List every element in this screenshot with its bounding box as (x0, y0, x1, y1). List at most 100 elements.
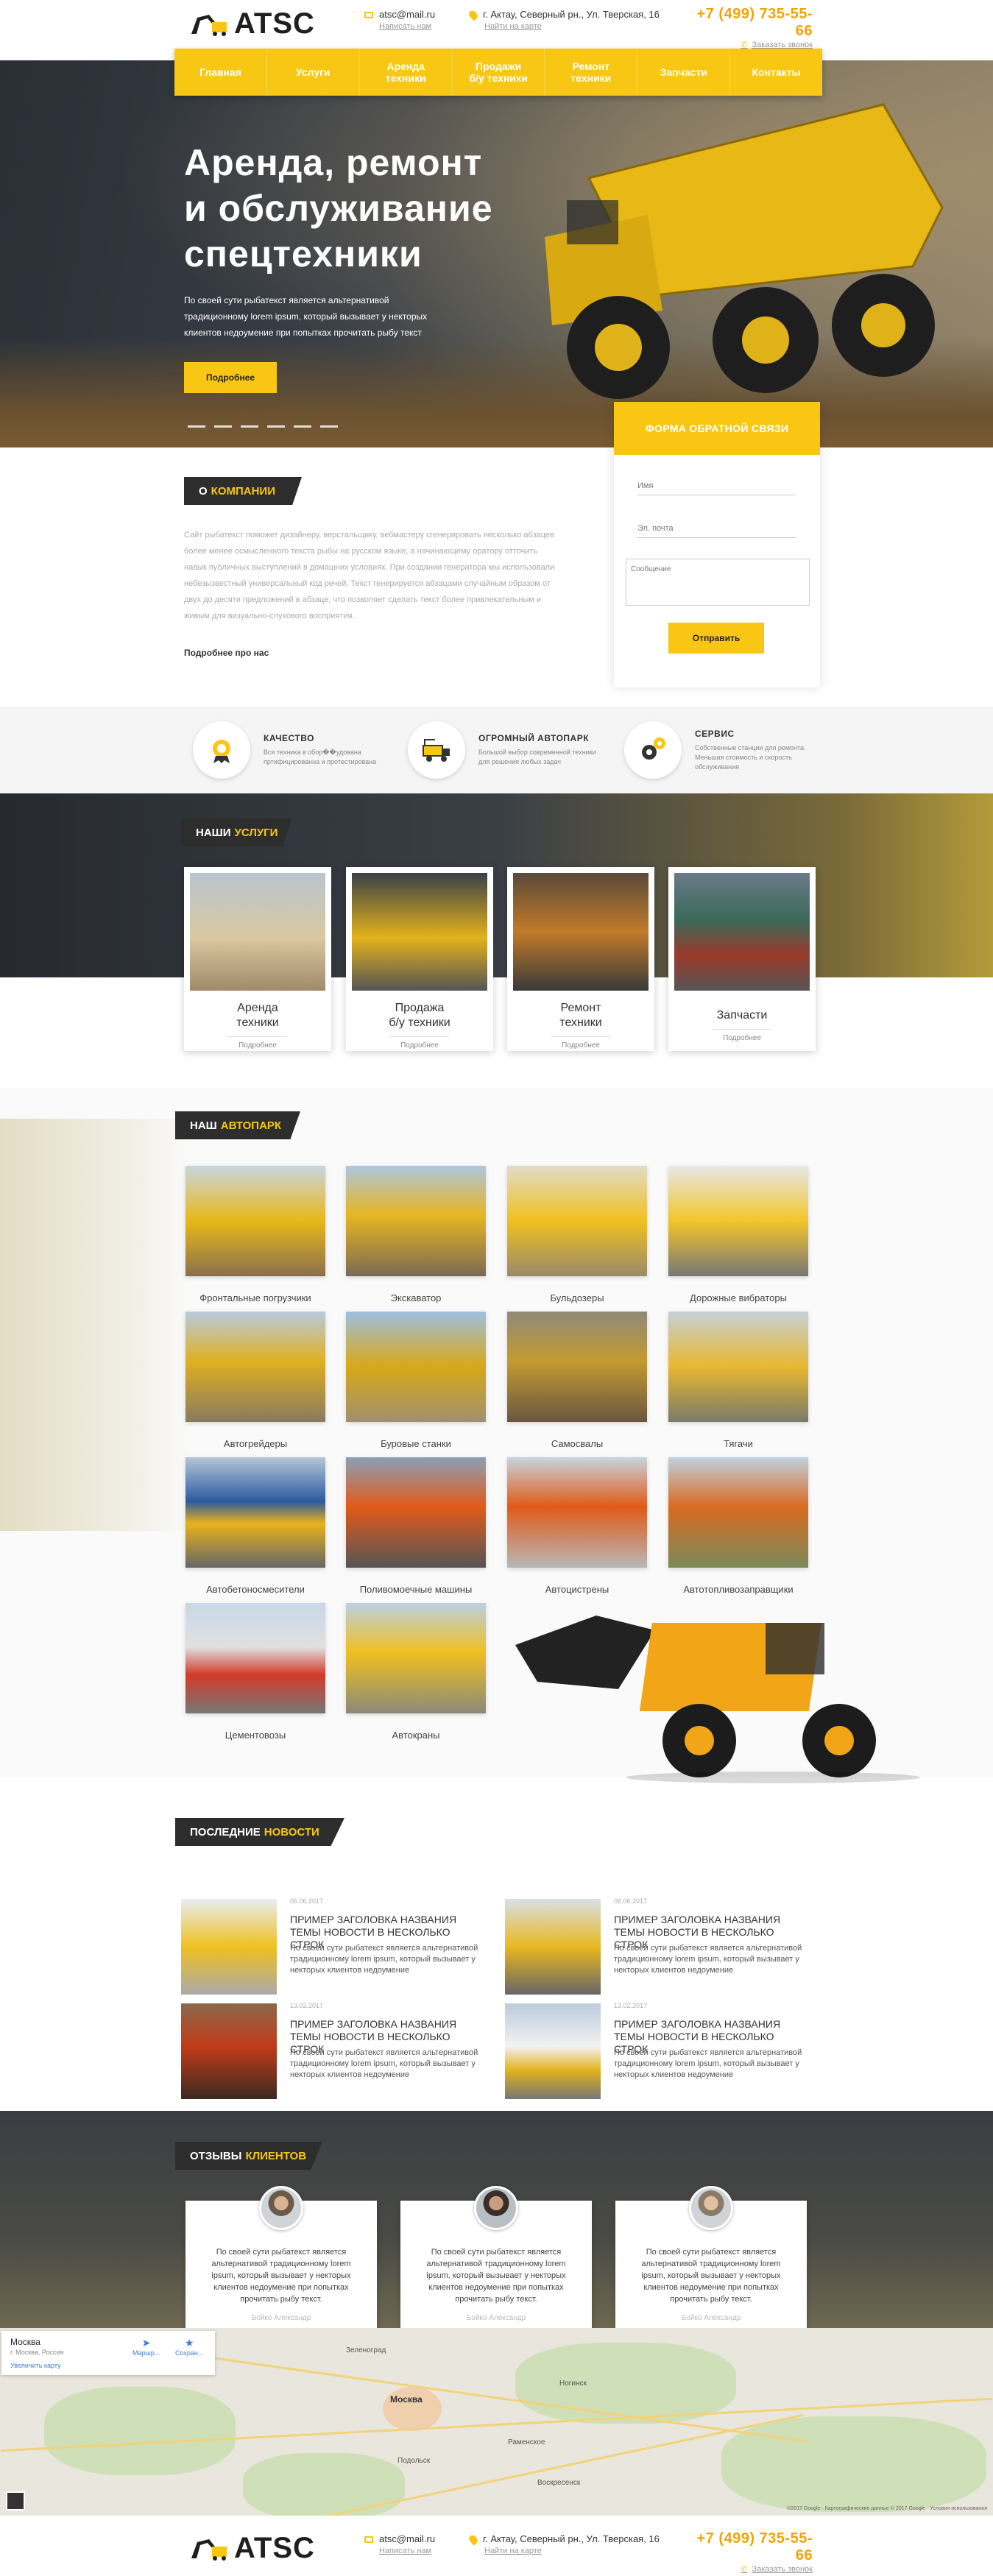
excavator-logo-icon (191, 2538, 227, 2561)
park-tile[interactable]: Автокраны (346, 1603, 486, 1741)
route-button[interactable]: ➤ Маршр... (132, 2337, 160, 2357)
park-tile[interactable]: Поливомоечные машины (346, 1457, 486, 1595)
service-photo (674, 873, 810, 991)
name-field[interactable]: Имя (637, 481, 796, 495)
park-tile[interactable]: Фронтальные погрузчики (185, 1166, 325, 1303)
find-on-map-link[interactable]: Найти на карте (484, 2547, 660, 2555)
service-photo (190, 873, 325, 991)
services-background (0, 793, 993, 977)
slider-dot[interactable] (241, 425, 258, 428)
feature-fleet: ОГРОМНЫЙ АВТОПАРК Большой выбор современн… (408, 721, 604, 779)
nav-item-repair[interactable]: Ремонт техники (545, 49, 638, 96)
map-place-label: Ногинск (559, 2379, 587, 2388)
footer-address-block: г. Актау, Северный рн., Ул. Тверская, 16… (467, 2532, 660, 2555)
footer-logo[interactable]: ATSC (190, 2532, 315, 2565)
write-us-link[interactable]: Написать нам (379, 2547, 435, 2555)
park-tile[interactable]: Дорожные вибраторы (668, 1166, 808, 1303)
header-email[interactable]: atsc@mail.ru (379, 9, 435, 20)
map-place-label: Раменское (508, 2438, 545, 2446)
park-tile[interactable]: Экскаватор (346, 1166, 486, 1303)
park-tile[interactable]: Автоцистрены (507, 1457, 647, 1595)
news-text: По своей сути рыбатекст является альтерн… (290, 1944, 478, 1975)
hero-title: Аренда, ремонт и обслуживание спецтехник… (184, 142, 493, 275)
park-photo (668, 1312, 808, 1422)
hero-text: По своей сути рыбатекст является альтерн… (184, 295, 428, 338)
footer-email[interactable]: atsc@mail.ru (379, 2533, 435, 2544)
park-caption: Автоцистрены (545, 1584, 609, 1595)
park-caption: Поливомоечные машины (359, 1584, 473, 1595)
call-request-link[interactable]: ✆ Заказать звонок (689, 2564, 813, 2574)
park-caption: Буровые станки (381, 1438, 451, 1449)
news-date: 06.06.2017 (614, 1897, 648, 1905)
park-tile[interactable]: Буровые станки (346, 1312, 486, 1449)
map-layer-toggle[interactable] (6, 2491, 25, 2510)
slider-dot[interactable] (320, 425, 338, 428)
slider-dots (188, 425, 338, 428)
park-photo (346, 1603, 486, 1713)
slider-dot[interactable] (214, 425, 232, 428)
park-photo (668, 1166, 808, 1276)
nav-item-sale[interactable]: Продажи б/у техники (453, 49, 545, 96)
park-caption: Цементовозы (225, 1730, 286, 1741)
service-card-parts[interactable]: Запчасти Подробнее (668, 867, 816, 1051)
logo-text: ATSC (234, 7, 315, 40)
nav-item-home[interactable]: Главная (174, 49, 267, 96)
email-field[interactable]: Эл. почта (637, 524, 796, 538)
park-caption: Дорожные вибраторы (690, 1292, 787, 1303)
review-card: По своей сути рыбатекст является альтерн… (400, 2186, 592, 2348)
header-email-block: atsc@mail.ru Написать нам (364, 7, 435, 31)
park-caption: Автобетоносмесители (206, 1584, 305, 1595)
park-tile[interactable]: Бульдозеры (507, 1166, 647, 1303)
feedback-form: ФОРМА ОБРАТНОЙ СВЯЗИ Имя Эл. почта Сообщ… (614, 402, 820, 687)
header-address: г. Актау, Северный рн., Ул. Тверская, 16 (483, 9, 660, 20)
review-card: По своей сути рыбатекст является альтерн… (185, 2186, 377, 2348)
find-on-map-link[interactable]: Найти на карте (484, 22, 660, 31)
park-tile[interactable]: Самосвалы (507, 1312, 647, 1449)
save-button[interactable]: ★ Сохран... (175, 2337, 203, 2357)
location-pin-icon (467, 9, 480, 21)
news-photo (505, 1899, 601, 1995)
service-card-sale[interactable]: Продажа б/у техники Подробнее (346, 867, 493, 1051)
enlarge-map-link[interactable]: Увеличить карту (10, 2362, 61, 2369)
park-photo (185, 1166, 325, 1276)
park-photo (507, 1312, 647, 1422)
park-photo (346, 1312, 486, 1422)
park-tile[interactable]: Цементовозы (185, 1603, 325, 1741)
header-phone[interactable]: +7 (499) 735-55-66 (689, 6, 813, 40)
park-caption: Автокраны (392, 1730, 440, 1741)
submit-button[interactable]: Отправить (668, 623, 764, 654)
hero-more-button[interactable]: Подробнее (184, 362, 277, 393)
service-card-repair[interactable]: Ремонт техники Подробнее (507, 867, 654, 1051)
park-tile[interactable]: Автогрейдеры (185, 1312, 325, 1449)
nav-item-services[interactable]: Услуги (267, 49, 360, 96)
map-place-label: Москва (390, 2394, 423, 2405)
about-text: Сайт рыбатекст поможет дизайнеру, верста… (184, 531, 555, 620)
park-tile[interactable]: Автобетоносмесители (185, 1457, 325, 1595)
footer-phone[interactable]: +7 (499) 735-55-66 (689, 2530, 813, 2564)
nav-item-parts[interactable]: Запчасти (637, 49, 731, 96)
slider-dot[interactable] (267, 425, 285, 428)
medal-icon (193, 721, 250, 779)
about-more-link[interactable]: Подробнее про нас (184, 648, 269, 658)
location-map[interactable]: Москва Подольск Зеленоград Ногинск Рамен… (0, 2328, 993, 2516)
logo[interactable]: ATSC (190, 7, 315, 40)
avatar (689, 2186, 733, 2230)
park-tile[interactable]: Тягачи (668, 1312, 808, 1449)
park-tile[interactable]: Автотопливозаправщики (668, 1457, 808, 1595)
map-place-label: Подольск (397, 2457, 431, 2465)
park-photo (507, 1166, 647, 1276)
park-photo (346, 1457, 486, 1568)
slider-dot[interactable] (294, 425, 311, 428)
avatar (474, 2186, 518, 2230)
nav-item-contacts[interactable]: Контакты (730, 49, 822, 96)
message-field[interactable]: Сообщение (626, 559, 810, 606)
services-label: НАШИ УСЛУГИ (181, 818, 291, 846)
nav-item-rent[interactable]: Аренда техники (360, 49, 453, 96)
phone-icon: ✆ (741, 2565, 748, 2574)
service-card-rent[interactable]: Аренда техники Подробнее (184, 867, 331, 1051)
write-us-link[interactable]: Написать нам (379, 22, 435, 31)
park-caption: Самосвалы (551, 1438, 604, 1449)
park-label: НАШ АВТОПАРК (175, 1111, 300, 1139)
slider-dot[interactable] (188, 425, 205, 428)
footer-phone-block: +7 (499) 735-55-66 ✆ Заказать звонок (689, 2530, 813, 2574)
